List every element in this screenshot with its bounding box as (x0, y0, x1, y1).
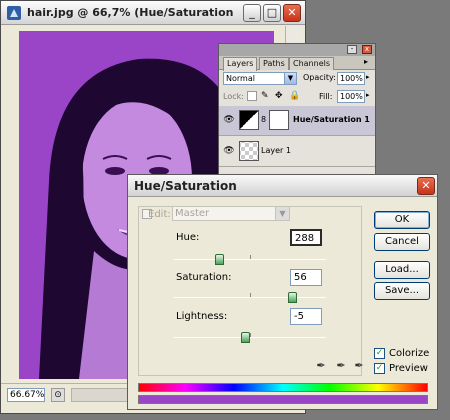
dialog-titlebar[interactable]: Hue/Saturation ✕ (128, 175, 437, 197)
ok-button[interactable]: OK (374, 211, 430, 229)
layer-row-layer-1[interactable]: 👁 Layer 1 (219, 137, 375, 167)
tab-channels[interactable]: Channels (289, 57, 335, 70)
photoshop-doc-icon (7, 6, 21, 20)
document-title: hair.jpg @ 66,7% (Hue/Saturation 1, Laye… (27, 6, 237, 19)
cancel-button[interactable]: Cancel (374, 233, 430, 251)
dialog-close-button[interactable]: ✕ (417, 177, 435, 195)
dialog-title: Hue/Saturation (134, 179, 237, 193)
eyedropper-icon[interactable]: ✒ (314, 359, 328, 373)
saturation-slider-thumb[interactable] (287, 292, 297, 303)
blend-mode-value: Normal (226, 74, 255, 83)
chevron-down-icon: ▼ (275, 207, 289, 220)
hue-saturation-dialog: Hue/Saturation ✕ Edit: Master ▼ Hue: 288… (127, 174, 438, 410)
eye-icon[interactable]: 👁 (223, 146, 235, 156)
hue-center-tick (250, 255, 251, 259)
tab-layers[interactable]: Layers (223, 57, 258, 71)
tab-paths[interactable]: Paths (259, 57, 289, 70)
edit-label: Edit: (148, 209, 171, 220)
edit-group-box (138, 206, 362, 376)
preview-label: Preview (389, 363, 428, 374)
lock-move-icon[interactable]: ✥ (275, 91, 285, 101)
panel-menu-icon[interactable]: ▸ (364, 57, 374, 68)
hue-spectrum-bar (138, 383, 428, 392)
lock-paint-icon[interactable]: ✎ (261, 91, 271, 101)
lightness-value-field[interactable]: -5 (290, 308, 322, 325)
layers-panel: - x Layers Paths Channels ▸ Normal ▼ Opa… (218, 43, 376, 191)
opacity-label: Opacity: (303, 73, 336, 82)
fill-arrow-icon[interactable]: ▸ (366, 91, 370, 99)
edit-select-value: Master (175, 208, 210, 219)
colorized-result-bar (138, 395, 428, 404)
fill-field[interactable]: 100% (337, 90, 365, 103)
lock-transparency-icon[interactable] (247, 91, 257, 101)
layer-row-hue-saturation[interactable]: 👁 8 Hue/Saturation 1 (219, 106, 375, 136)
lightness-slider-thumb[interactable] (241, 332, 251, 343)
eye-icon[interactable]: 👁 (223, 115, 235, 125)
chevron-down-icon: ▼ (284, 73, 296, 84)
fill-label: Fill: (319, 92, 333, 101)
zoom-field[interactable]: 66.67% (7, 388, 45, 402)
saturation-center-tick (250, 293, 251, 297)
edit-select[interactable]: Master ▼ (172, 206, 290, 221)
document-titlebar[interactable]: hair.jpg @ 66,7% (Hue/Saturation 1, Laye… (1, 1, 305, 25)
preview-checkbox[interactable]: ✓ (374, 363, 385, 374)
mask-thumbnail[interactable] (269, 110, 289, 130)
hue-label: Hue: (176, 232, 200, 243)
colorize-label: Colorize (389, 348, 430, 359)
close-button[interactable]: ✕ (283, 4, 301, 22)
hue-slider-thumb[interactable] (214, 254, 224, 265)
lightness-label: Lightness: (176, 311, 228, 322)
panel-tabs: Layers Paths Channels ▸ (219, 56, 375, 71)
saturation-value-field[interactable]: 56 (290, 269, 322, 286)
layer-name: Hue/Saturation 1 (293, 115, 370, 124)
link-icon[interactable]: 8 (261, 110, 267, 130)
saturation-label: Saturation: (176, 272, 232, 283)
lock-all-icon[interactable]: 🔒 (289, 91, 300, 101)
minimize-button[interactable]: _ (243, 4, 261, 22)
maximize-button[interactable]: □ (263, 4, 281, 22)
load-button[interactable]: Load... (374, 261, 430, 279)
hue-value-field[interactable]: 288 (290, 229, 322, 246)
panel-header[interactable]: - x (219, 44, 375, 56)
panel-close-icon[interactable]: x (362, 45, 372, 54)
adjustment-thumbnail (239, 110, 259, 130)
panel-minimize-icon[interactable]: - (347, 45, 357, 54)
eyedropper-plus-icon[interactable]: ✒ (334, 359, 348, 373)
hue-slider-track[interactable] (174, 259, 326, 260)
opacity-arrow-icon[interactable]: ▸ (366, 73, 370, 81)
lock-label: Lock: (223, 92, 244, 101)
status-menu-icon[interactable]: ⊙ (51, 388, 65, 402)
lightness-center-tick (250, 333, 251, 337)
layer-name: Layer 1 (261, 146, 291, 155)
layer-thumbnail (239, 141, 259, 161)
save-button[interactable]: Save... (374, 282, 430, 300)
opacity-field[interactable]: 100% (337, 72, 365, 85)
blend-mode-select[interactable]: Normal ▼ (223, 72, 297, 85)
colorize-checkbox[interactable]: ✓ (374, 348, 385, 359)
eyedropper-minus-icon[interactable]: ✒ (352, 359, 366, 373)
saturation-slider-track[interactable] (174, 297, 326, 298)
